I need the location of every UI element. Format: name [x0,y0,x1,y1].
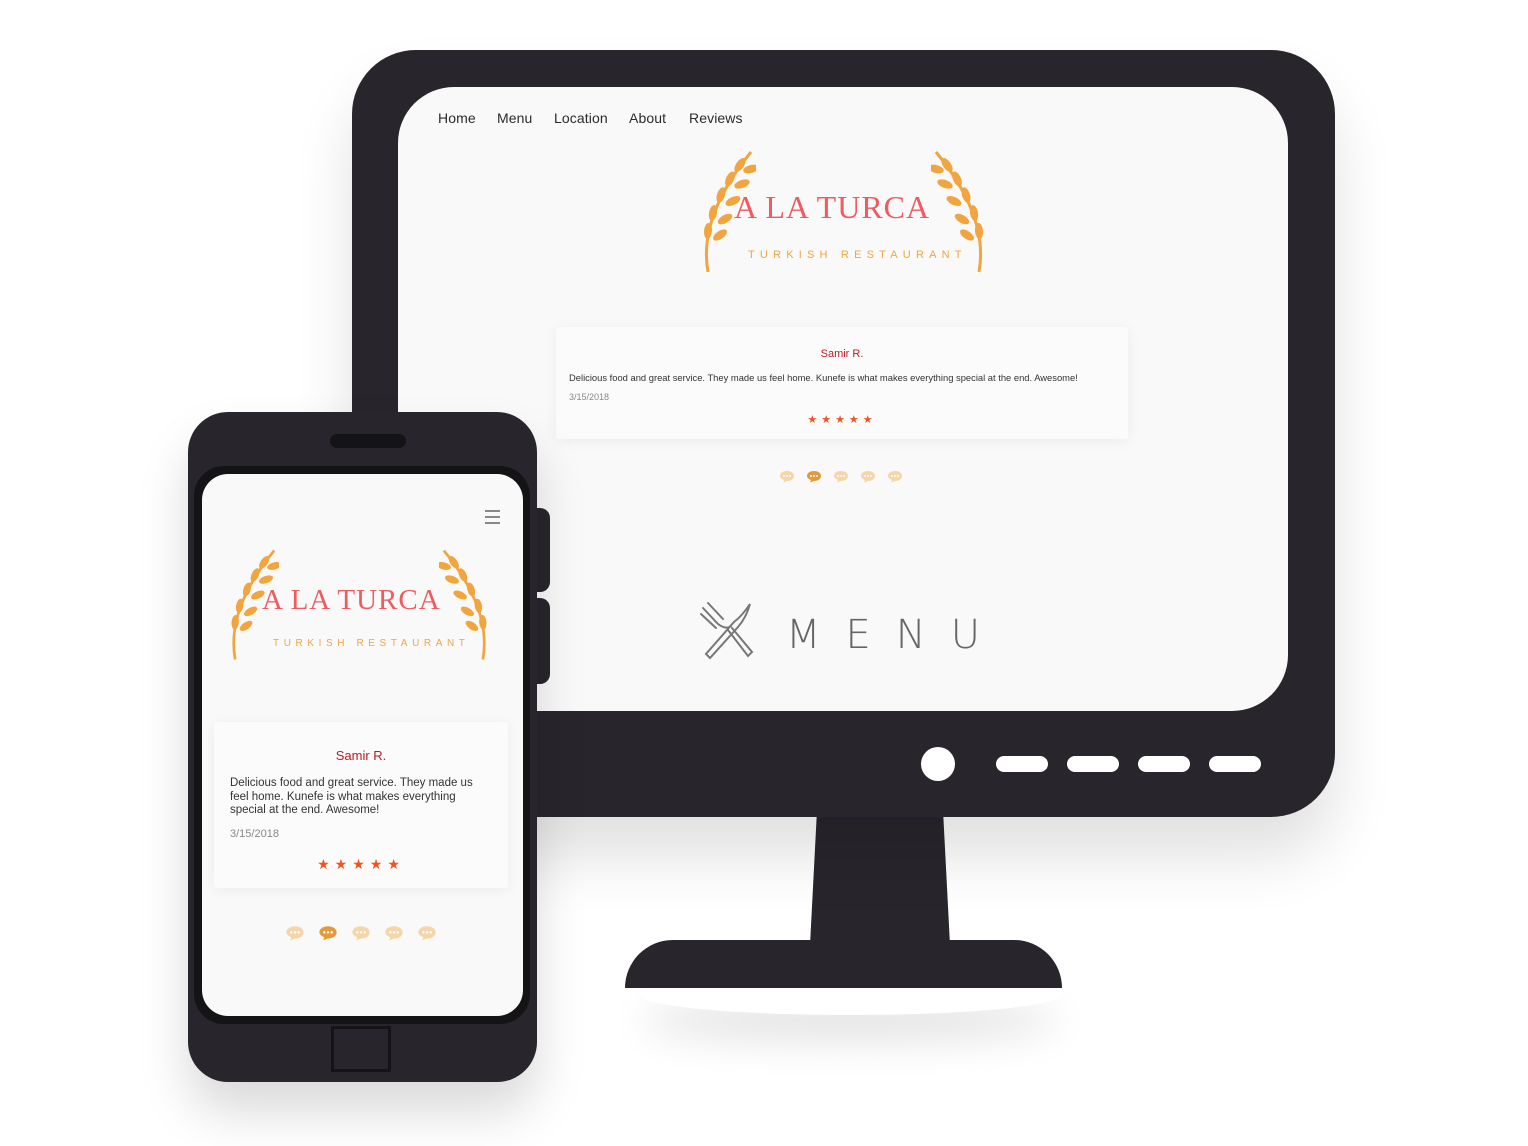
desktop-review-card: Samir R. Delicious food and great servic… [556,327,1128,439]
desktop-logo-subtitle: TURKISH RESTAURANT [748,249,967,261]
monitor-control-button-4[interactable] [1209,756,1261,772]
monitor-power-button[interactable] [921,747,955,781]
mobile-review-card: Samir R. Delicious food and great servic… [214,722,508,888]
monitor-control-button-1[interactable] [996,756,1048,772]
desktop-carousel-dots [779,470,903,483]
star-rating: ★★★★★ [317,856,405,872]
hamburger-menu-icon[interactable] [485,510,500,528]
carousel-dot-5-speech-bubble-icon[interactable] [417,925,437,941]
mobile-carousel-dots [285,925,437,941]
review-text: Delicious food and great service. They m… [230,777,473,816]
phone-speaker [330,434,406,448]
monitor-control-button-3[interactable] [1138,756,1190,772]
mobile-logo-subtitle: TURKISH RESTAURANT [273,638,470,649]
carousel-dot-3-speech-bubble-icon[interactable] [833,470,849,483]
nav-location-link[interactable]: Location [554,110,608,126]
star-rating: ★★★★★ [807,414,877,426]
menu-heading: MENU [786,612,1005,658]
review-date: 3/15/2018 [569,392,610,402]
carousel-dot-3-speech-bubble-icon[interactable] [351,925,371,941]
monitor-foot [625,940,1062,988]
carousel-dot-1-speech-bubble-icon[interactable] [285,925,305,941]
carousel-dot-2-speech-bubble-icon[interactable] [318,925,338,941]
reviewer-name: Samir R. [820,348,864,360]
carousel-dot-4-speech-bubble-icon[interactable] [384,925,404,941]
desktop-logo: A LA TURCA TURKISH RESTAURANT [696,147,991,279]
phone-home-button[interactable] [331,1026,391,1072]
nav-home-link[interactable]: Home [438,110,476,126]
mobile-screen: A LA TURCA TURKISH RESTAURANT Samir R. D… [202,474,523,1016]
nav-menu-link[interactable]: Menu [497,110,532,126]
reviewer-name: Samir R. [335,748,387,763]
desktop-logo-title: A LA TURCA [734,189,931,225]
nav-reviews-link[interactable]: Reviews [689,110,743,126]
carousel-dot-5-speech-bubble-icon[interactable] [887,470,903,483]
review-date: 3/15/2018 [230,828,279,840]
fork-knife-icon [700,602,754,660]
monitor-control-button-2[interactable] [1067,756,1119,772]
carousel-dot-1-speech-bubble-icon[interactable] [779,470,795,483]
mobile-logo: A LA TURCA TURKISH RESTAURANT [224,546,494,666]
nav-about-link[interactable]: About [629,110,666,126]
mobile-logo-title: A LA TURCA [262,584,441,616]
review-text: Delicious food and great service. They m… [569,372,1078,383]
monitor-neck [810,810,950,945]
carousel-dot-4-speech-bubble-icon[interactable] [860,470,876,483]
carousel-dot-2-speech-bubble-icon[interactable] [806,470,822,483]
